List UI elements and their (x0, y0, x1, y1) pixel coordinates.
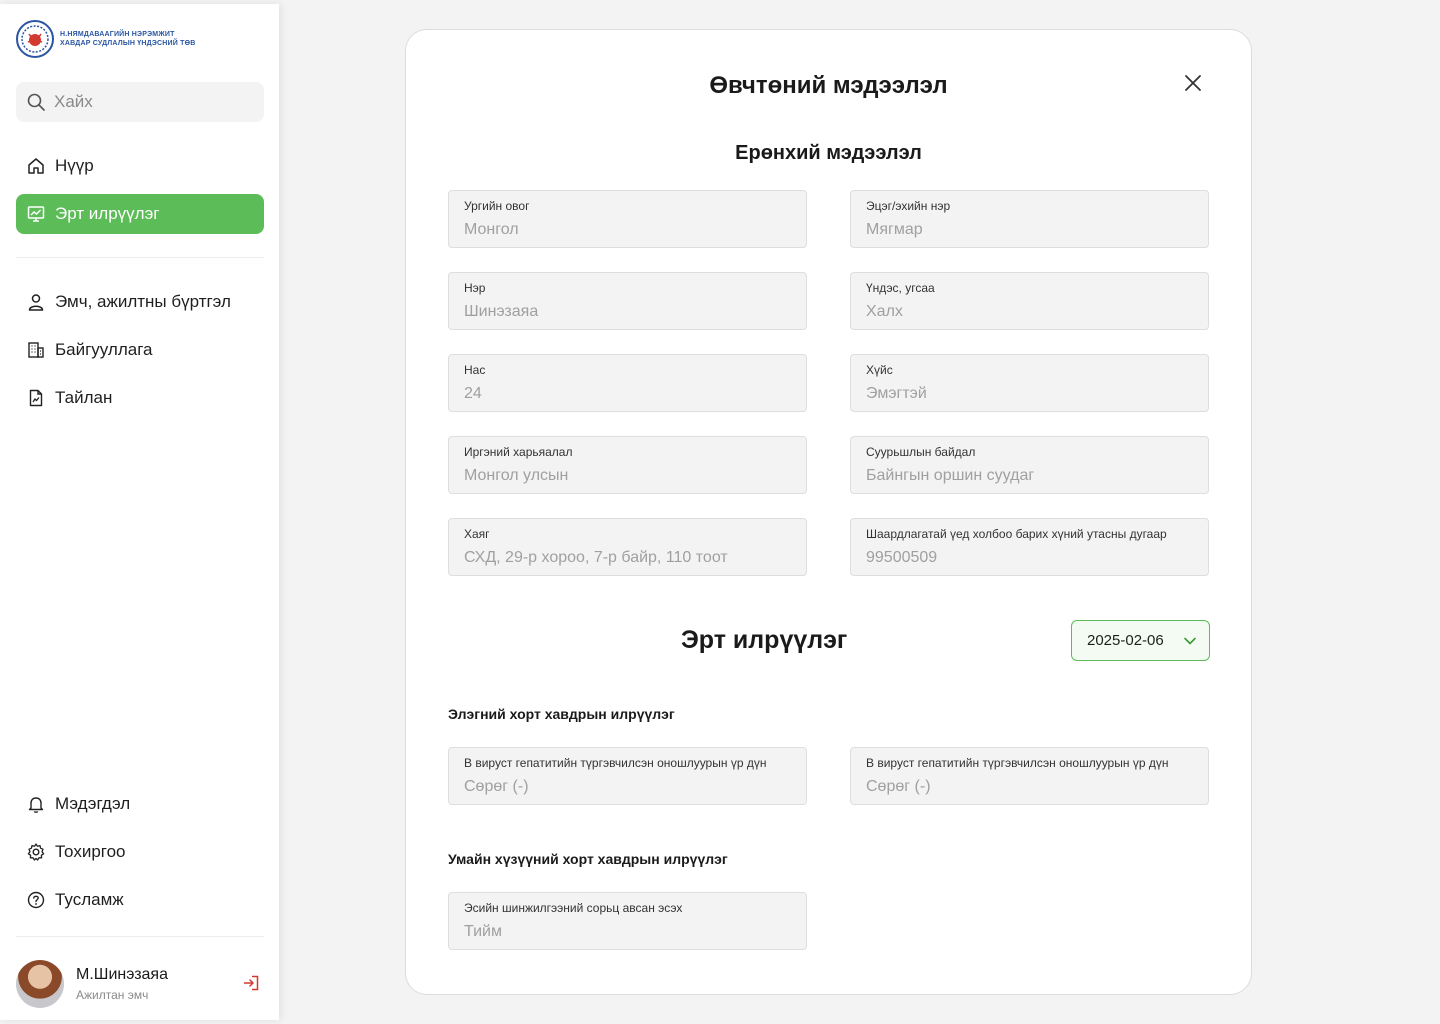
avatar[interactable] (16, 960, 64, 1008)
field-label: Хаяг (464, 527, 490, 541)
help-icon (27, 891, 45, 909)
logo-line-1: Н.НЯМДАВААГИЙН НЭРЭМЖИТ (60, 31, 175, 38)
chevron-down-icon (1184, 637, 1196, 645)
nav-label-help: Тусламж (55, 890, 124, 909)
field-label: Хүйс (866, 363, 893, 377)
modal-title: Өвчтөний мэдээлэл (709, 72, 948, 99)
field-citizenship[interactable]: Иргэний харьяалал Монгол улсын (448, 436, 807, 494)
field-parent-name[interactable]: Эцэг/эхийн нэр Мягмар (850, 190, 1209, 248)
user-name: М.Шинэзаяа (76, 966, 168, 983)
field-label: Ургийн овог (464, 199, 530, 213)
field-gender[interactable]: Хүйс Эмэгтэй (850, 354, 1209, 412)
field-value: Сөрөг (-) (464, 778, 529, 795)
field-value: Тийм (464, 923, 502, 940)
nav-label-notifications: Мэдэгдэл (55, 794, 131, 813)
logo: Н.НЯМДАВААГИЙН НЭРЭМЖИТ ХАВДАР СУДЛАЛЫН … (16, 18, 196, 60)
chart-screen-icon (27, 206, 45, 222)
field-value: Монгол (464, 221, 519, 238)
nav-label-staff: Эмч, ажилтны бүртгэл (55, 292, 231, 311)
building-icon (28, 342, 44, 358)
logout-icon[interactable] (242, 974, 260, 992)
gear-icon (27, 843, 45, 861)
field-ethnicity[interactable]: Үндэс, угсаа Халх (850, 272, 1209, 330)
user-role: Ажилтан эмч (76, 988, 149, 1002)
field-value: Халх (866, 303, 903, 320)
field-name[interactable]: Нэр Шинэзаяа (448, 272, 807, 330)
report-file-icon (29, 389, 43, 407)
search-input[interactable] (54, 92, 254, 112)
search-box[interactable] (16, 82, 264, 122)
nav-item-staff[interactable]: Эмч, ажилтны бүртгэл (16, 282, 264, 322)
cervical-section-title: Умайн хүзүүний хорт хавдрын илрүүлэг (448, 851, 728, 867)
user-info: М.Шинэзаяа Ажилтан эмч (76, 966, 168, 1002)
field-label: Шаардлагатай үед холбоо барих хүний утас… (866, 527, 1167, 541)
field-value: Монгол улсын (464, 467, 569, 484)
nav-item-home[interactable]: Нүүр (16, 146, 264, 186)
field-label: Эцэг/эхийн нэр (866, 199, 951, 213)
field-label: Үндэс, угсаа (866, 281, 935, 295)
nav-label-settings: Тохиргоо (55, 842, 126, 861)
sidebar: Н.НЯМДАВААГИЙН НЭРЭМЖИТ ХАВДАР СУДЛАЛЫН … (0, 4, 279, 1020)
bell-icon (28, 797, 44, 813)
field-label: Суурьшлын байдал (866, 445, 976, 459)
field-value: Байнгын оршин суудаг (866, 467, 1035, 484)
early-detection-title: Эрт илрүүлэг (681, 626, 848, 654)
field-label: В вируст гепатитийн түргэвчилсэн оношлуу… (866, 756, 1169, 770)
date-select[interactable]: 2025-02-06 (1071, 620, 1210, 661)
nav-item-early-detection[interactable]: Эрт илрүүлэг (16, 194, 264, 234)
field-cytology-sample[interactable]: Эсийн шинжилгээний сорьц авсан эсэх Тийм (448, 892, 807, 950)
field-value: Сөрөг (-) (866, 778, 931, 795)
date-select-value: 2025-02-06 (1087, 632, 1164, 649)
field-label: Иргэний харьяалал (464, 445, 573, 459)
nav-item-help[interactable]: Тусламж (16, 880, 264, 920)
patient-info-modal: Өвчтөний мэдээлэл Ерөнхий мэдээлэл Ургий… (405, 29, 1252, 995)
field-value: СХД, 29-р хороо, 7-р байр, 110 тоот (464, 549, 728, 566)
field-surname[interactable]: Ургийн овог Монгол (448, 190, 807, 248)
field-emergency-phone[interactable]: Шаардлагатай үед холбоо барих хүний утас… (850, 518, 1209, 576)
nav-label-early-detection: Эрт илрүүлэг (55, 204, 160, 223)
field-label: В вируст гепатитийн түргэвчилсэн оношлуу… (464, 756, 767, 770)
field-value: Мягмар (866, 221, 923, 238)
field-hepatitis-b-result-1[interactable]: В вируст гепатитийн түргэвчилсэн оношлуу… (448, 747, 807, 805)
field-value: Шинэзаяа (464, 303, 539, 320)
sidebar-divider (16, 257, 264, 258)
logo-line-2: ХАВДАР СУДЛАЛЫН ҮНДЭСНИЙ ТӨВ (60, 40, 196, 47)
home-icon (28, 158, 44, 174)
user-icon (28, 294, 44, 311)
nav-item-report[interactable]: Тайлан (16, 378, 264, 418)
field-label: Эсийн шинжилгээний сорьц авсан эсэх (464, 901, 683, 915)
user-profile[interactable]: М.Шинэзаяа Ажилтан эмч (16, 956, 264, 1012)
close-icon[interactable] (1183, 73, 1203, 93)
field-age[interactable]: Нас 24 (448, 354, 807, 412)
field-label: Нас (464, 363, 486, 377)
field-value: 99500509 (866, 549, 938, 566)
logo-text: Н.НЯМДАВААГИЙН НЭРЭМЖИТ ХАВДАР СУДЛАЛЫН … (60, 30, 196, 48)
general-info-title: Ерөнхий мэдээлэл (735, 142, 922, 164)
nav-item-settings[interactable]: Тохиргоо (16, 832, 264, 872)
nav-item-organization[interactable]: Байгууллага (16, 330, 264, 370)
nav-label-home: Нүүр (55, 156, 94, 175)
nav-item-notifications[interactable]: Мэдэгдэл (16, 784, 264, 824)
liver-section-title: Элэгний хорт хавдрын илрүүлэг (448, 706, 675, 722)
nav-label-report: Тайлан (55, 388, 113, 407)
nav-label-organization: Байгууллага (55, 340, 153, 359)
logo-seal-icon (16, 20, 54, 58)
field-hepatitis-b-result-2[interactable]: В вируст гепатитийн түргэвчилсэн оношлуу… (850, 747, 1209, 805)
search-icon (27, 93, 45, 111)
field-value: 24 (464, 385, 482, 402)
sidebar-divider (16, 936, 264, 937)
field-address[interactable]: Хаяг СХД, 29-р хороо, 7-р байр, 110 тоот (448, 518, 807, 576)
field-label: Нэр (464, 281, 486, 295)
field-residency[interactable]: Суурьшлын байдал Байнгын оршин суудаг (850, 436, 1209, 494)
field-value: Эмэгтэй (866, 385, 927, 402)
